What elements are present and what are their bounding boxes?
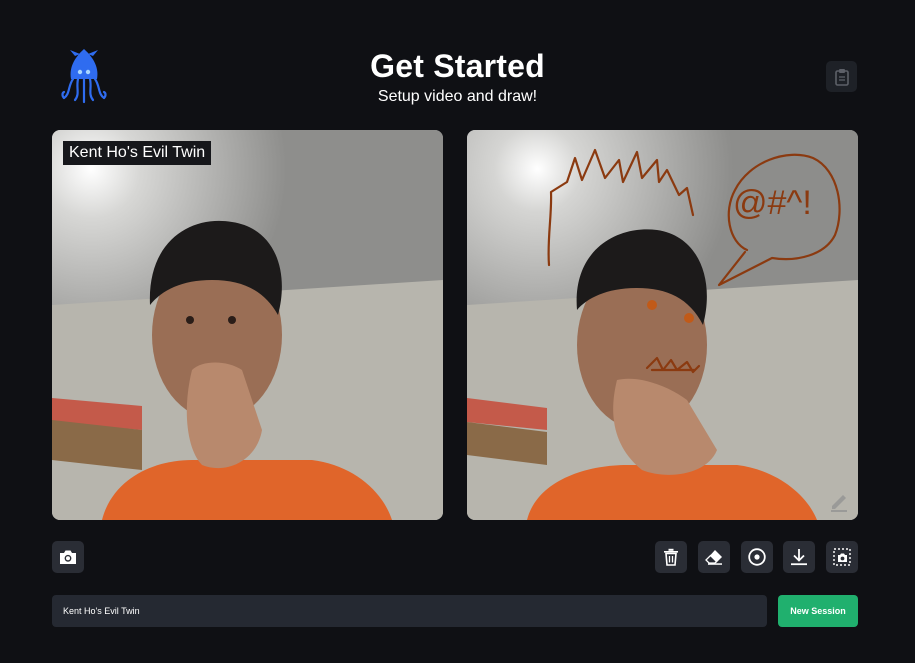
eraser-icon	[705, 550, 722, 565]
camera-button[interactable]	[52, 541, 84, 573]
app: Get Started Setup video and draw! Kent H…	[0, 0, 915, 663]
session-bar: New Session	[52, 595, 858, 627]
download-button[interactable]	[783, 541, 815, 573]
pencil-icon[interactable]	[828, 490, 850, 512]
camera-icon	[60, 550, 76, 564]
drawing-annotation: @#^!	[733, 184, 812, 222]
drawing-canvas[interactable]: @#^!	[467, 130, 858, 520]
page-title: Get Started	[370, 48, 545, 84]
screenshot-icon	[833, 548, 851, 566]
download-icon	[791, 549, 807, 566]
clear-button[interactable]	[655, 541, 687, 573]
eraser-button[interactable]	[698, 541, 730, 573]
local-video-frame	[52, 130, 443, 520]
record-button[interactable]	[741, 541, 773, 573]
page-header: Get Started Setup video and draw!	[0, 48, 915, 107]
display-name-input[interactable]	[52, 595, 767, 627]
clipboard-button[interactable]	[826, 61, 857, 92]
remote-video: @#^!	[467, 130, 858, 520]
page-subtitle: Setup video and draw!	[377, 88, 538, 105]
screenshot-button[interactable]	[826, 541, 858, 573]
video-name-tag: Kent Ho's Evil Twin	[63, 141, 212, 165]
local-video: Kent Ho's Evil Twin	[52, 130, 443, 520]
trash-icon	[664, 548, 678, 566]
clipboard-icon	[834, 68, 849, 86]
new-session-button[interactable]: New Session	[778, 595, 858, 627]
record-circle-icon	[748, 548, 766, 566]
